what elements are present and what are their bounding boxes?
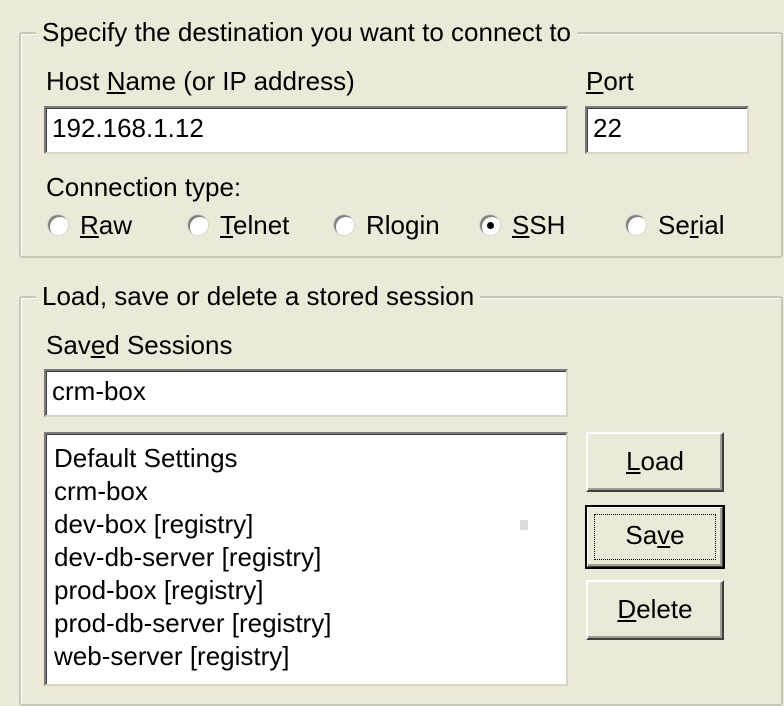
list-marker [520, 520, 528, 530]
radio-rlogin[interactable]: Rlogin [334, 210, 440, 240]
session-list-item[interactable]: prod-db-server [registry] [46, 607, 566, 640]
radio-raw-circle[interactable] [48, 215, 68, 235]
radio-ssh-label: SSH [512, 210, 566, 240]
radio-serial-circle[interactable] [626, 215, 646, 235]
saved-sessions-list[interactable]: Default Settings crm-box dev-box [regist… [44, 432, 568, 686]
save-button-focus-rect [594, 514, 716, 560]
save-button[interactable]: Save [585, 505, 725, 569]
radio-telnet-label: Telnet [220, 210, 290, 240]
port-input[interactable]: 22 [585, 106, 749, 154]
port-label: Port [586, 66, 634, 96]
radio-rlogin-label: Rlogin [366, 210, 440, 240]
radio-ssh[interactable]: SSH [480, 210, 565, 240]
sessions-group-title: Load, save or delete a stored session [36, 281, 481, 311]
radio-serial-label: Serial [658, 210, 725, 240]
host-name-label: Host Name (or IP address) [46, 66, 355, 96]
radio-rlogin-circle[interactable] [334, 215, 354, 235]
radio-raw-label: Raw [80, 210, 133, 240]
radio-telnet[interactable]: Telnet [188, 210, 289, 240]
saved-session-name-input[interactable]: crm-box [44, 369, 568, 417]
session-list-item[interactable]: crm-box [46, 475, 566, 508]
destination-group-title: Specify the destination you want to conn… [36, 17, 578, 47]
delete-button[interactable]: Delete [586, 580, 724, 640]
radio-raw[interactable]: Raw [48, 210, 132, 240]
session-list-item[interactable]: web-server [registry] [46, 640, 566, 673]
session-list-item[interactable]: prod-box [registry] [46, 574, 566, 607]
host-name-input[interactable]: 192.168.1.12 [44, 106, 568, 154]
saved-sessions-label: Saved Sessions [46, 330, 233, 360]
load-button[interactable]: Load [586, 432, 724, 492]
radio-serial[interactable]: Serial [626, 210, 725, 240]
radio-telnet-circle[interactable] [188, 215, 208, 235]
radio-ssh-circle[interactable] [480, 215, 500, 235]
connection-type-label: Connection type: [46, 172, 242, 202]
session-list-item[interactable]: dev-db-server [registry] [46, 541, 566, 574]
session-list-item[interactable]: Default Settings [46, 442, 566, 475]
session-list-item[interactable]: dev-box [registry] [46, 508, 566, 541]
